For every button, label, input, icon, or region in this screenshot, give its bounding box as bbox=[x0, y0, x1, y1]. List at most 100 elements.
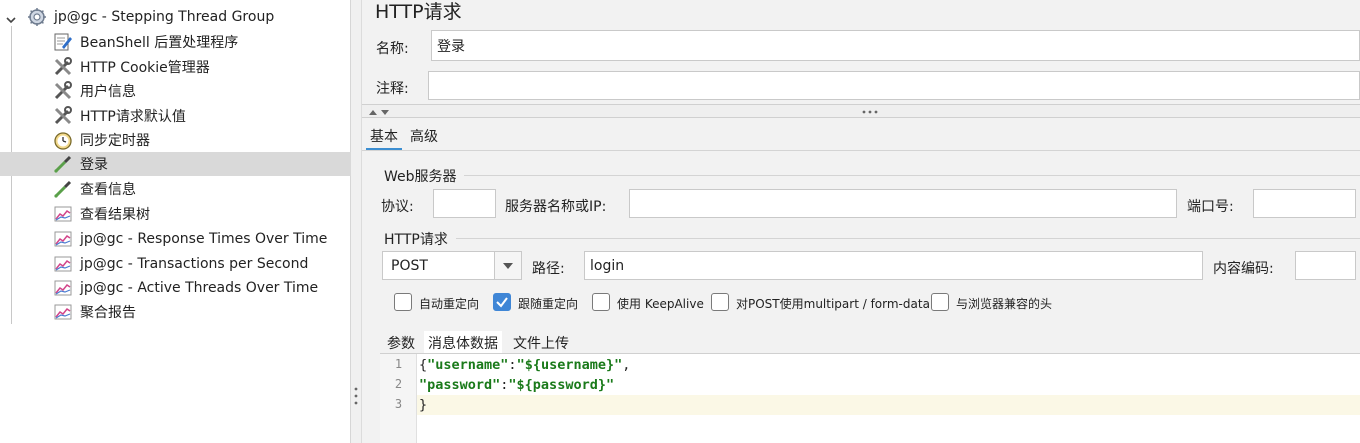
encoding-input[interactable] bbox=[1295, 251, 1356, 280]
tree-item-response-times[interactable]: jp@gc - Response Times Over Time bbox=[0, 227, 351, 251]
script-edit-icon bbox=[52, 31, 74, 53]
tree-item-active-threads[interactable]: jp@gc - Active Threads Over Time bbox=[0, 276, 351, 300]
tree-item-beanshell[interactable]: BeanShell 后置处理程序 bbox=[0, 30, 351, 54]
path-input[interactable]: login bbox=[584, 251, 1203, 280]
tree-item-tps[interactable]: jp@gc - Transactions per Second bbox=[0, 252, 351, 276]
line-number-gutter: 1 2 3 bbox=[380, 354, 417, 443]
keepalive-checkbox[interactable] bbox=[592, 293, 610, 311]
tree-item-label: jp@gc - Active Threads Over Time bbox=[80, 280, 319, 296]
multipart-checkbox[interactable] bbox=[711, 293, 729, 311]
tree-item-label: 用户信息 bbox=[80, 84, 136, 100]
vertical-splitter[interactable] bbox=[351, 0, 362, 443]
http-request-section-title: HTTP请求 bbox=[384, 232, 448, 248]
section-divider bbox=[456, 238, 1360, 239]
json-key: "password" bbox=[419, 377, 501, 393]
checkmark-icon bbox=[496, 297, 508, 308]
dropdown-arrow-icon[interactable] bbox=[494, 252, 521, 279]
tree-item-label: jp@gc - Response Times Over Time bbox=[80, 231, 328, 247]
tab-basic[interactable]: 基本 bbox=[366, 124, 402, 151]
follow-redirect-label: 跟随重定向 bbox=[518, 297, 579, 311]
body-code-editor[interactable]: 1 2 3 {"username":"${username}", "passwo… bbox=[380, 353, 1360, 443]
graph-listener-icon bbox=[52, 228, 74, 250]
tree-item-user-params[interactable]: 用户信息 bbox=[0, 79, 351, 103]
multipart-label: 对POST使用multipart / form-data bbox=[736, 297, 930, 311]
tree-item-label: 查看信息 bbox=[80, 182, 136, 198]
browser-headers-checkbox[interactable] bbox=[931, 293, 949, 311]
tree-item-label: 同步定时器 bbox=[80, 133, 150, 149]
collapse-arrows-icon[interactable] bbox=[368, 108, 392, 116]
path-label: 路径: bbox=[532, 261, 565, 277]
tree-item-cookie-manager[interactable]: HTTP Cookie管理器 bbox=[0, 55, 351, 79]
horizontal-splitter[interactable] bbox=[362, 104, 1360, 118]
web-server-section-title: Web服务器 bbox=[384, 169, 457, 185]
line-number: 3 bbox=[394, 397, 403, 411]
line-number: 1 bbox=[394, 357, 403, 371]
method-select[interactable]: POST bbox=[382, 251, 522, 280]
json-key: "username" bbox=[427, 357, 509, 373]
graph-listener-icon bbox=[52, 253, 74, 275]
stopwatch-icon bbox=[52, 129, 74, 151]
auto-redirect-label: 自动重定向 bbox=[419, 297, 480, 311]
server-label: 服务器名称或IP: bbox=[505, 199, 607, 215]
section-divider bbox=[464, 175, 1360, 176]
json-colon: : bbox=[508, 357, 517, 373]
port-label: 端口号: bbox=[1187, 199, 1234, 215]
server-input[interactable] bbox=[629, 189, 1177, 218]
json-comma: , bbox=[622, 357, 631, 373]
tree-item-label: 聚合报告 bbox=[80, 305, 136, 321]
wrench-tools-icon bbox=[52, 105, 74, 127]
drag-handle-icon[interactable] bbox=[862, 110, 878, 114]
protocol-label: 协议: bbox=[381, 199, 414, 215]
code-line-2: "password":"${password}" bbox=[417, 375, 1360, 395]
protocol-input[interactable] bbox=[433, 189, 496, 218]
tab-parameters[interactable]: 参数 bbox=[383, 331, 419, 355]
gear-thread-group-icon bbox=[26, 6, 48, 28]
comment-field[interactable] bbox=[428, 71, 1360, 100]
tree-item-label: jp@gc - Transactions per Second bbox=[80, 256, 309, 272]
pipette-sampler-icon bbox=[52, 153, 74, 175]
tree-item-label: 登录 bbox=[80, 157, 108, 173]
tree-item-results-tree[interactable]: 查看结果树 bbox=[0, 202, 351, 226]
json-value: "${password}" bbox=[508, 377, 615, 393]
pipette-sampler-icon bbox=[52, 178, 74, 200]
test-plan-tree: jp@gc - Stepping Thread Group BeanShell … bbox=[0, 0, 351, 443]
line-number: 2 bbox=[394, 377, 403, 391]
tree-root-label: jp@gc - Stepping Thread Group bbox=[54, 9, 275, 25]
json-brace: } bbox=[419, 397, 428, 413]
chevron-down-icon[interactable] bbox=[4, 13, 18, 27]
name-label: 名称: bbox=[376, 41, 409, 57]
tab-advanced[interactable]: 高级 bbox=[406, 124, 442, 148]
wrench-tools-icon bbox=[52, 80, 74, 102]
auto-redirect-checkbox[interactable] bbox=[394, 293, 412, 311]
graph-listener-icon bbox=[52, 301, 74, 323]
comment-label: 注释: bbox=[376, 81, 409, 97]
json-brace: { bbox=[419, 357, 428, 373]
tree-item-view-info[interactable]: 查看信息 bbox=[0, 177, 351, 201]
tree-item-label: 查看结果树 bbox=[80, 207, 150, 223]
tab-file-upload[interactable]: 文件上传 bbox=[509, 331, 573, 355]
method-value: POST bbox=[391, 257, 428, 274]
tree-item-sync-timer[interactable]: 同步定时器 bbox=[0, 128, 351, 152]
wrench-tools-icon bbox=[52, 56, 74, 78]
tree-item-login[interactable]: 登录 bbox=[0, 152, 351, 176]
name-field[interactable]: 登录 bbox=[431, 30, 1360, 61]
tree-item-aggregate-report[interactable]: 聚合报告 bbox=[0, 300, 351, 324]
tree-item-http-defaults[interactable]: HTTP请求默认值 bbox=[0, 104, 351, 128]
http-request-panel: HTTP请求 名称: 登录 注释: 基本 高级 Web服务器 协议: 服务器名称… bbox=[362, 0, 1360, 443]
graph-listener-icon bbox=[52, 203, 74, 225]
tree-item-label: BeanShell 后置处理程序 bbox=[80, 35, 239, 51]
code-line-3: } bbox=[417, 395, 1360, 415]
tree-root-row[interactable]: jp@gc - Stepping Thread Group bbox=[0, 5, 351, 29]
tree-item-label: HTTP请求默认值 bbox=[80, 109, 186, 125]
encoding-label: 内容编码: bbox=[1213, 261, 1274, 277]
browser-headers-label: 与浏览器兼容的头 bbox=[956, 297, 1053, 311]
keepalive-label: 使用 KeepAlive bbox=[617, 297, 704, 311]
graph-listener-icon bbox=[52, 277, 74, 299]
code-line-1: {"username":"${username}", bbox=[417, 355, 1360, 375]
drag-handle-icon[interactable] bbox=[354, 386, 358, 406]
page-title: HTTP请求 bbox=[375, 1, 462, 23]
json-value: "${username}" bbox=[516, 357, 623, 373]
follow-redirect-checkbox[interactable] bbox=[493, 293, 511, 311]
port-input[interactable] bbox=[1253, 189, 1356, 218]
tab-underline bbox=[362, 150, 1360, 151]
